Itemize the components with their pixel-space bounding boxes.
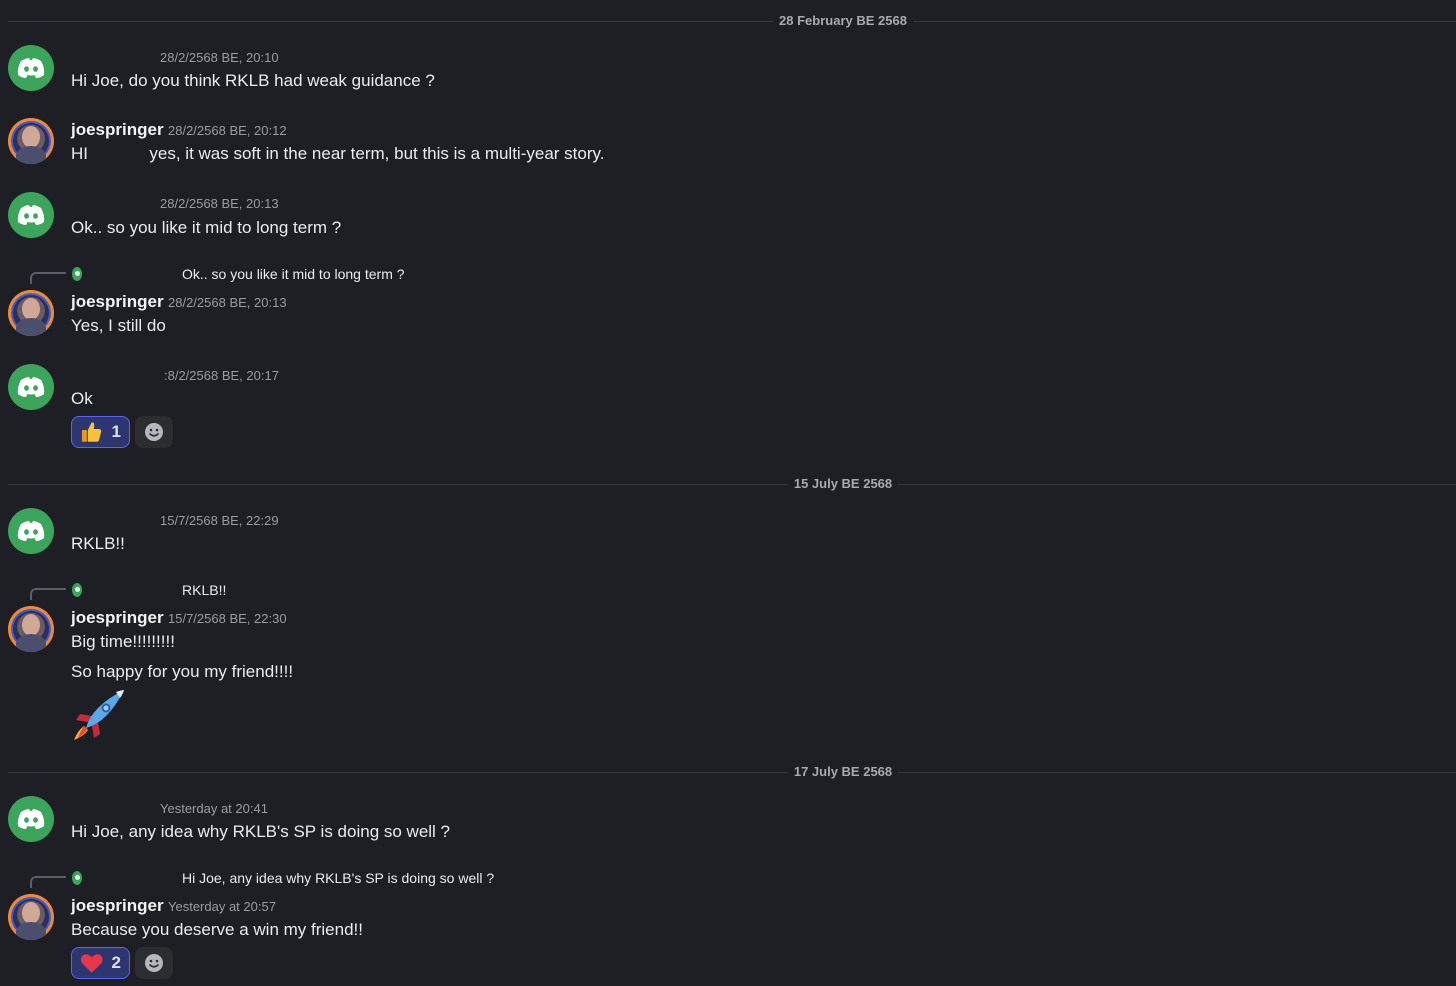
heart-icon: [80, 954, 103, 973]
reply-connector: [30, 876, 66, 888]
message-timestamp: 28/2/2568 BE, 20:12: [168, 123, 287, 138]
message-timestamp: 15/7/2568 BE, 22:29: [160, 513, 279, 528]
discord-avatar-icon[interactable]: [8, 192, 54, 238]
reply-connector: [30, 588, 66, 600]
message-timestamp: 28/2/2568 BE, 20:13: [160, 196, 279, 211]
add-reaction-button[interactable]: [135, 416, 173, 448]
rocket-icon: [74, 690, 124, 740]
reaction-thumbs-up[interactable]: 1: [71, 416, 130, 448]
message-timestamp: 15/7/2568 BE, 22:30: [168, 611, 287, 626]
message-text: Ok: [71, 389, 93, 408]
message-text: Hi Joe, any idea why RKLB's SP is doing …: [71, 822, 451, 841]
message-text: Because you deserve a win my friend!!: [71, 920, 363, 939]
message-timestamp: 28/2/2568 BE, 20:10: [160, 50, 279, 65]
reply-avatar-icon: [72, 267, 82, 281]
thumbs-up-icon: [81, 422, 102, 442]
date-divider: [8, 772, 1456, 773]
joespringer-avatar[interactable]: [8, 290, 54, 336]
joespringer-avatar[interactable]: [8, 606, 54, 652]
message-text: HI yes, it was soft in the near term, bu…: [71, 144, 605, 163]
reply-connector: [30, 272, 66, 284]
smiley-icon: [145, 954, 163, 972]
reply-preview-text[interactable]: RKLB!!: [182, 581, 226, 599]
reaction-count: 2: [111, 953, 121, 972]
reply-avatar-icon: [72, 871, 82, 885]
discord-avatar-icon[interactable]: [8, 796, 54, 842]
message-text: Hi Joe, do you think RKLB had weak guida…: [71, 71, 435, 90]
add-reaction-button[interactable]: [135, 947, 173, 979]
discord-avatar-icon[interactable]: [8, 508, 54, 554]
message-text: Yes, I still do: [71, 316, 166, 335]
message-timestamp: Yesterday at 20:41: [160, 801, 268, 816]
date-divider-label: 28 February BE 2568: [773, 13, 913, 29]
reply-preview-text[interactable]: Ok.. so you like it mid to long term ?: [182, 265, 405, 283]
message-text: Big time!!!!!!!!!: [71, 632, 175, 651]
message-text: Ok.. so you like it mid to long term ?: [71, 218, 342, 237]
reaction-heart[interactable]: 2: [71, 947, 130, 979]
joespringer-avatar[interactable]: [8, 894, 54, 940]
reply-preview-text[interactable]: Hi Joe, any idea why RKLB's SP is doing …: [182, 869, 494, 887]
date-divider: [8, 484, 1456, 485]
joespringer-avatar[interactable]: [8, 118, 54, 164]
message-author[interactable]: joespringer: [71, 896, 164, 916]
message-author[interactable]: joespringer: [71, 292, 164, 312]
date-divider-label: 17 July BE 2568: [787, 764, 899, 780]
reaction-count: 1: [111, 422, 121, 441]
discord-avatar-icon[interactable]: [8, 364, 54, 410]
date-divider-label: 15 July BE 2568: [787, 476, 899, 492]
smiley-icon: [145, 423, 163, 441]
message-timestamp: 28/2/2568 BE, 20:13: [168, 295, 287, 310]
date-divider: [8, 21, 1456, 22]
message-author[interactable]: joespringer: [71, 120, 164, 140]
reply-avatar-icon: [72, 583, 82, 597]
message-timestamp: :8/2/2568 BE, 20:17: [164, 368, 279, 383]
message-author[interactable]: joespringer: [71, 608, 164, 628]
message-text: So happy for you my friend!!!!: [71, 662, 294, 681]
message-timestamp: Yesterday at 20:57: [168, 899, 276, 914]
message-text: RKLB!!: [71, 534, 125, 553]
discord-avatar-icon[interactable]: [8, 45, 54, 91]
